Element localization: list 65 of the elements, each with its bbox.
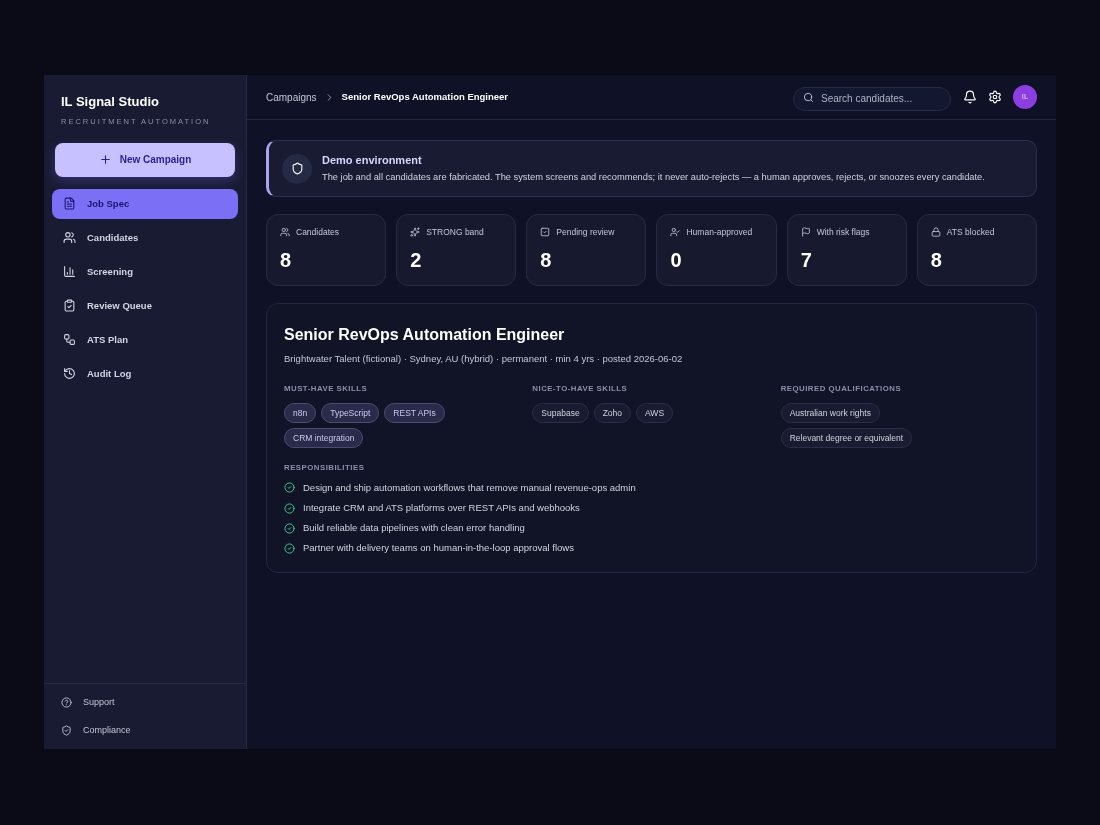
nav-item[interactable]: Job Spec [52,188,238,219]
job-title: Senior RevOps Automation Engineer [284,325,566,345]
notice-text: The job and all candidates are fabricated. The system screens and recommends; it never auto-rejects — a human approves, rejects, or snoozes every candidate. [322,171,985,185]
nav-item[interactable]: ATS Plan [52,324,238,355]
skill-tag: Supabase [532,402,589,423]
skill-tag: REST APIs [384,402,445,423]
checklist-icon [63,299,76,313]
chart-icon [63,265,76,279]
nav-item[interactable]: Candidates [52,222,238,253]
check-circle-icon [284,522,295,534]
stat-label: ATS blocked [946,226,995,239]
breadcrumb-current: Senior RevOps Automation Engineer [341,89,509,104]
responsibility-text: Partner with delivery teams on human-in-the-loop approval flows [303,541,574,556]
sparkles-icon [410,227,421,238]
shield-check-icon [61,724,72,736]
check-circle-icon [284,502,295,514]
stat-value: 2 [410,247,423,273]
people-icon [280,227,290,238]
stat-value: 0 [670,247,683,273]
skill-tag: TypeScript [321,402,380,423]
nav-item[interactable]: Screening [52,256,238,287]
check-circle-icon [284,482,295,494]
workflow-icon [63,333,76,347]
settings-icon[interactable] [988,90,1002,104]
brand-name: IL Signal Studio [61,93,160,111]
checklist-icon [540,227,551,238]
stat-value: 8 [540,247,553,273]
flag-icon [800,227,811,238]
check-circle-icon [284,543,295,554]
skill-tag: Zoho [593,402,631,423]
stat-value: 8 [280,247,293,273]
breadcrumb-link[interactable]: Campaigns [266,89,317,105]
footer-link[interactable]: Support [61,696,229,710]
nav-item[interactable]: Review Queue [52,290,238,321]
new-campaign-button[interactable]: New Campaign [55,142,235,177]
nav-item[interactable]: Audit Log [52,358,238,389]
stat-label: STRONG band [426,226,484,239]
skill-tag: CRM integration [284,427,364,448]
notification-icon[interactable] [963,90,977,104]
skill-tag: AWS [636,402,674,423]
search-icon [803,91,814,103]
notice-title: Demo environment [322,152,423,168]
stat-value: 7 [800,247,813,273]
responsibility-text: Integrate CRM and ATS platforms over REST APIs and webhooks [303,500,580,515]
user-check-icon [670,227,681,238]
skill-tag: Relevant degree or equivalent [780,427,913,448]
stat-label: Candidates [296,226,339,239]
people-icon [63,231,76,245]
stat-label: Pending review [556,226,615,239]
plus-icon [98,153,112,167]
stat-value: 8 [930,247,943,273]
help-icon [61,697,72,709]
stat-label: With risk flags [816,226,870,239]
history-icon [63,367,76,381]
document-icon [63,197,76,211]
skill-tag: n8n [284,402,317,423]
job-meta: Brightwater Talent (fictional) · Sydney, AU (hybrid) · permanent · min 4 yrs · posted 2026-06-02 [284,352,684,366]
responsibility-text: Design and ship automation workflows that remove manual revenue-ops admin [303,480,636,495]
lock-icon [930,227,941,238]
responsibility-text: Build reliable data pipelines with clean error handling [303,521,525,536]
skill-tag: Australian work rights [780,402,880,423]
footer-link[interactable]: Compliance [61,723,229,737]
shield-icon [282,153,312,184]
stat-label: Human-approved [686,226,753,239]
search-field[interactable]: Search candidates... [793,86,951,111]
